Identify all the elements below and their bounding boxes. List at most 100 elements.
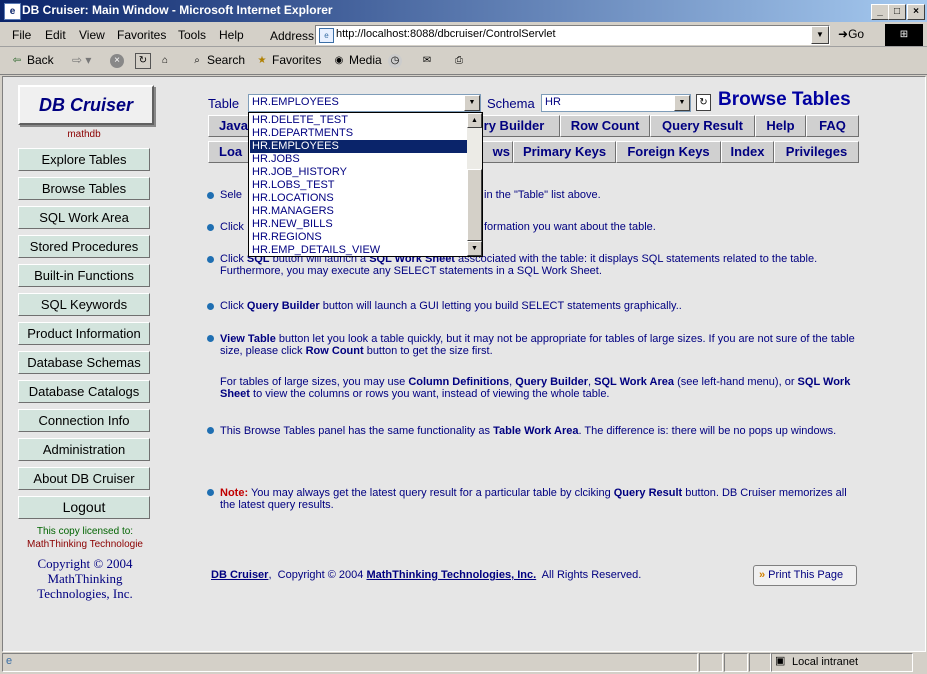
chevron-down-icon[interactable]: ▼ xyxy=(464,95,480,111)
scroll-down-icon[interactable]: ▼ xyxy=(467,241,482,256)
dropdown-option[interactable]: HR.MANAGERS xyxy=(250,205,468,218)
instruction-keyword: Row Count xyxy=(305,345,364,357)
page-icon: e xyxy=(319,28,334,43)
print-button[interactable]: ⎙ xyxy=(452,53,469,68)
bullet-icon xyxy=(207,256,214,263)
menu-view[interactable]: View xyxy=(79,28,105,42)
tab-primary-keys[interactable]: Primary Keys xyxy=(513,141,616,163)
nav-stored-procedures[interactable]: Stored Procedures xyxy=(18,235,150,258)
bullet-icon xyxy=(207,427,214,434)
copyright-line: Copyright © 2004 xyxy=(37,556,133,571)
instruction-text: This Browse Tables panel has the same fu… xyxy=(220,425,494,437)
search-button[interactable]: ⌕ Search xyxy=(190,53,245,68)
zone-label: Local intranet xyxy=(792,656,859,668)
nav-sql-keywords[interactable]: SQL Keywords xyxy=(18,293,150,316)
forward-arrow-icon: ⇨ ▾ xyxy=(72,53,92,67)
back-label: Back xyxy=(27,53,54,67)
dropdown-option[interactable]: HR.REGIONS xyxy=(250,231,468,244)
menu-help[interactable]: Help xyxy=(219,28,244,42)
table-select[interactable]: HR.EMPLOYEES ▼ xyxy=(248,94,481,112)
nav-database-catalogs[interactable]: Database Catalogs xyxy=(18,380,150,403)
mail-button[interactable]: ✉ xyxy=(420,53,437,68)
address-url[interactable]: http://localhost:8088/dbcruiser/ControlS… xyxy=(336,28,556,40)
nav-connection-info[interactable]: Connection Info xyxy=(18,409,150,432)
tab-faq[interactable]: FAQ xyxy=(806,115,859,137)
menu-edit[interactable]: Edit xyxy=(45,28,66,42)
tab-query-result[interactable]: Query Result xyxy=(650,115,755,137)
media-button[interactable]: ◉ Media xyxy=(332,53,382,68)
go-label: Go xyxy=(848,27,865,41)
ie-icon: e xyxy=(4,3,21,20)
home-button[interactable]: ⌂ xyxy=(158,53,175,68)
minimize-button[interactable]: _ xyxy=(871,4,889,20)
close-button[interactable]: × xyxy=(907,4,925,20)
dropdown-scrollbar[interactable]: ▲ ▼ xyxy=(467,113,482,256)
nav-logout[interactable]: Logout xyxy=(18,496,150,519)
chevron-down-icon[interactable]: ▼ xyxy=(811,26,829,44)
license-caption: This copy licensed to: xyxy=(36,526,134,537)
copyright-line: MathThinking xyxy=(47,571,123,586)
dropdown-option[interactable]: HR.DELETE_TEST xyxy=(250,114,468,127)
scroll-thumb[interactable] xyxy=(467,169,482,241)
stop-button[interactable]: × xyxy=(110,53,127,68)
instruction-text: Click xyxy=(220,253,247,265)
tab-foreign-keys[interactable]: Foreign Keys xyxy=(616,141,721,163)
tab-index[interactable]: Index xyxy=(721,141,774,163)
dropdown-option[interactable]: HR.NEW_BILLS xyxy=(250,218,468,231)
favorites-button[interactable]: ★ Favorites xyxy=(255,53,322,68)
tab-help[interactable]: Help xyxy=(755,115,806,137)
instruction-text: to view the columns or rows you want, in… xyxy=(249,388,610,400)
nav-about-db-cruiser[interactable]: About DB Cruiser xyxy=(18,467,150,490)
tab-row-count[interactable]: Row Count xyxy=(560,115,650,137)
tab-privileges[interactable]: Privileges xyxy=(774,141,859,163)
instruction-view-table: View Table button let you look a table q… xyxy=(220,333,860,357)
dropdown-option[interactable]: HR.LOCATIONS xyxy=(250,192,468,205)
menu-favorites[interactable]: Favorites xyxy=(117,28,166,42)
go-button[interactable]: ➜Go xyxy=(838,27,864,41)
history-button[interactable]: ◷ xyxy=(388,53,405,68)
dropdown-option[interactable]: HR.JOB_HISTORY xyxy=(250,166,468,179)
dropdown-option[interactable]: HR.EMP_DETAILS_VIEW xyxy=(250,244,468,256)
back-arrow-icon: ⇦ xyxy=(12,54,22,66)
home-icon: ⌂ xyxy=(161,54,169,66)
nav-database-schemas[interactable]: Database Schemas xyxy=(18,351,150,374)
chevron-down-icon[interactable]: ▼ xyxy=(674,95,690,111)
instruction-keyword: Query Result xyxy=(613,487,683,499)
schema-select[interactable]: HR ▼ xyxy=(541,94,691,112)
bullet-icon xyxy=(207,303,214,310)
tab-java[interactable]: Java xyxy=(208,115,252,137)
dropdown-option-selected[interactable]: HR.EMPLOYEES xyxy=(249,139,469,154)
menu-file[interactable]: File xyxy=(12,28,31,42)
back-button[interactable]: ⇦ Back xyxy=(10,53,54,68)
nav-explore-tables[interactable]: Explore Tables xyxy=(18,148,150,171)
forward-button[interactable]: ⇨ ▾ xyxy=(72,53,91,67)
nav-product-information[interactable]: Product Information xyxy=(18,322,150,345)
nav-browse-tables[interactable]: Browse Tables xyxy=(18,177,150,200)
instruction-query-builder: Click Query Builder button will launch a… xyxy=(220,300,860,312)
nav-built-in-functions[interactable]: Built-in Functions xyxy=(18,264,150,287)
maximize-button[interactable]: □ xyxy=(888,4,906,20)
table-dropdown-list[interactable]: HR.DELETE_TEST HR.DEPARTMENTS HR.EMPLOYE… xyxy=(248,112,483,257)
scroll-up-icon[interactable]: ▲ xyxy=(467,113,482,128)
menu-tools[interactable]: Tools xyxy=(178,28,206,42)
go-arrow-icon: ➜ xyxy=(838,27,849,41)
dropdown-option[interactable]: HR.DEPARTMENTS xyxy=(250,127,468,140)
address-field[interactable]: e http://localhost:8088/dbcruiser/Contro… xyxy=(315,25,830,45)
dropdown-option[interactable]: HR.JOBS xyxy=(250,153,468,166)
refresh-schema-icon[interactable]: ↻ xyxy=(696,94,711,111)
instruction-keyword: Table Work Area xyxy=(493,425,579,437)
instruction-text: button to get the size first. xyxy=(363,345,493,357)
footer-company-link[interactable]: MathThinking Technologies, Inc. xyxy=(366,569,536,581)
double-arrow-icon: » xyxy=(759,569,766,581)
instruction-keyword: SQL Work Area xyxy=(594,376,675,388)
print-this-page-button[interactable]: » Print This Page xyxy=(753,565,857,586)
footer-product-link[interactable]: DB Cruiser xyxy=(211,569,268,581)
toolbar: ⇦ Back ⇨ ▾ × ↻ ⌂ ⌕ Search ★ Favorites ◉ Medi… xyxy=(0,48,927,75)
db-cruiser-logo: DB Cruiser xyxy=(18,85,154,125)
refresh-button[interactable]: ↻ xyxy=(135,53,154,69)
nav-sql-work-area[interactable]: SQL Work Area xyxy=(18,206,150,229)
copyright-line: Technologies, Inc. xyxy=(37,586,133,601)
database-name: mathdb xyxy=(67,129,101,140)
nav-administration[interactable]: Administration xyxy=(18,438,150,461)
dropdown-option[interactable]: HR.LOBS_TEST xyxy=(250,179,468,192)
